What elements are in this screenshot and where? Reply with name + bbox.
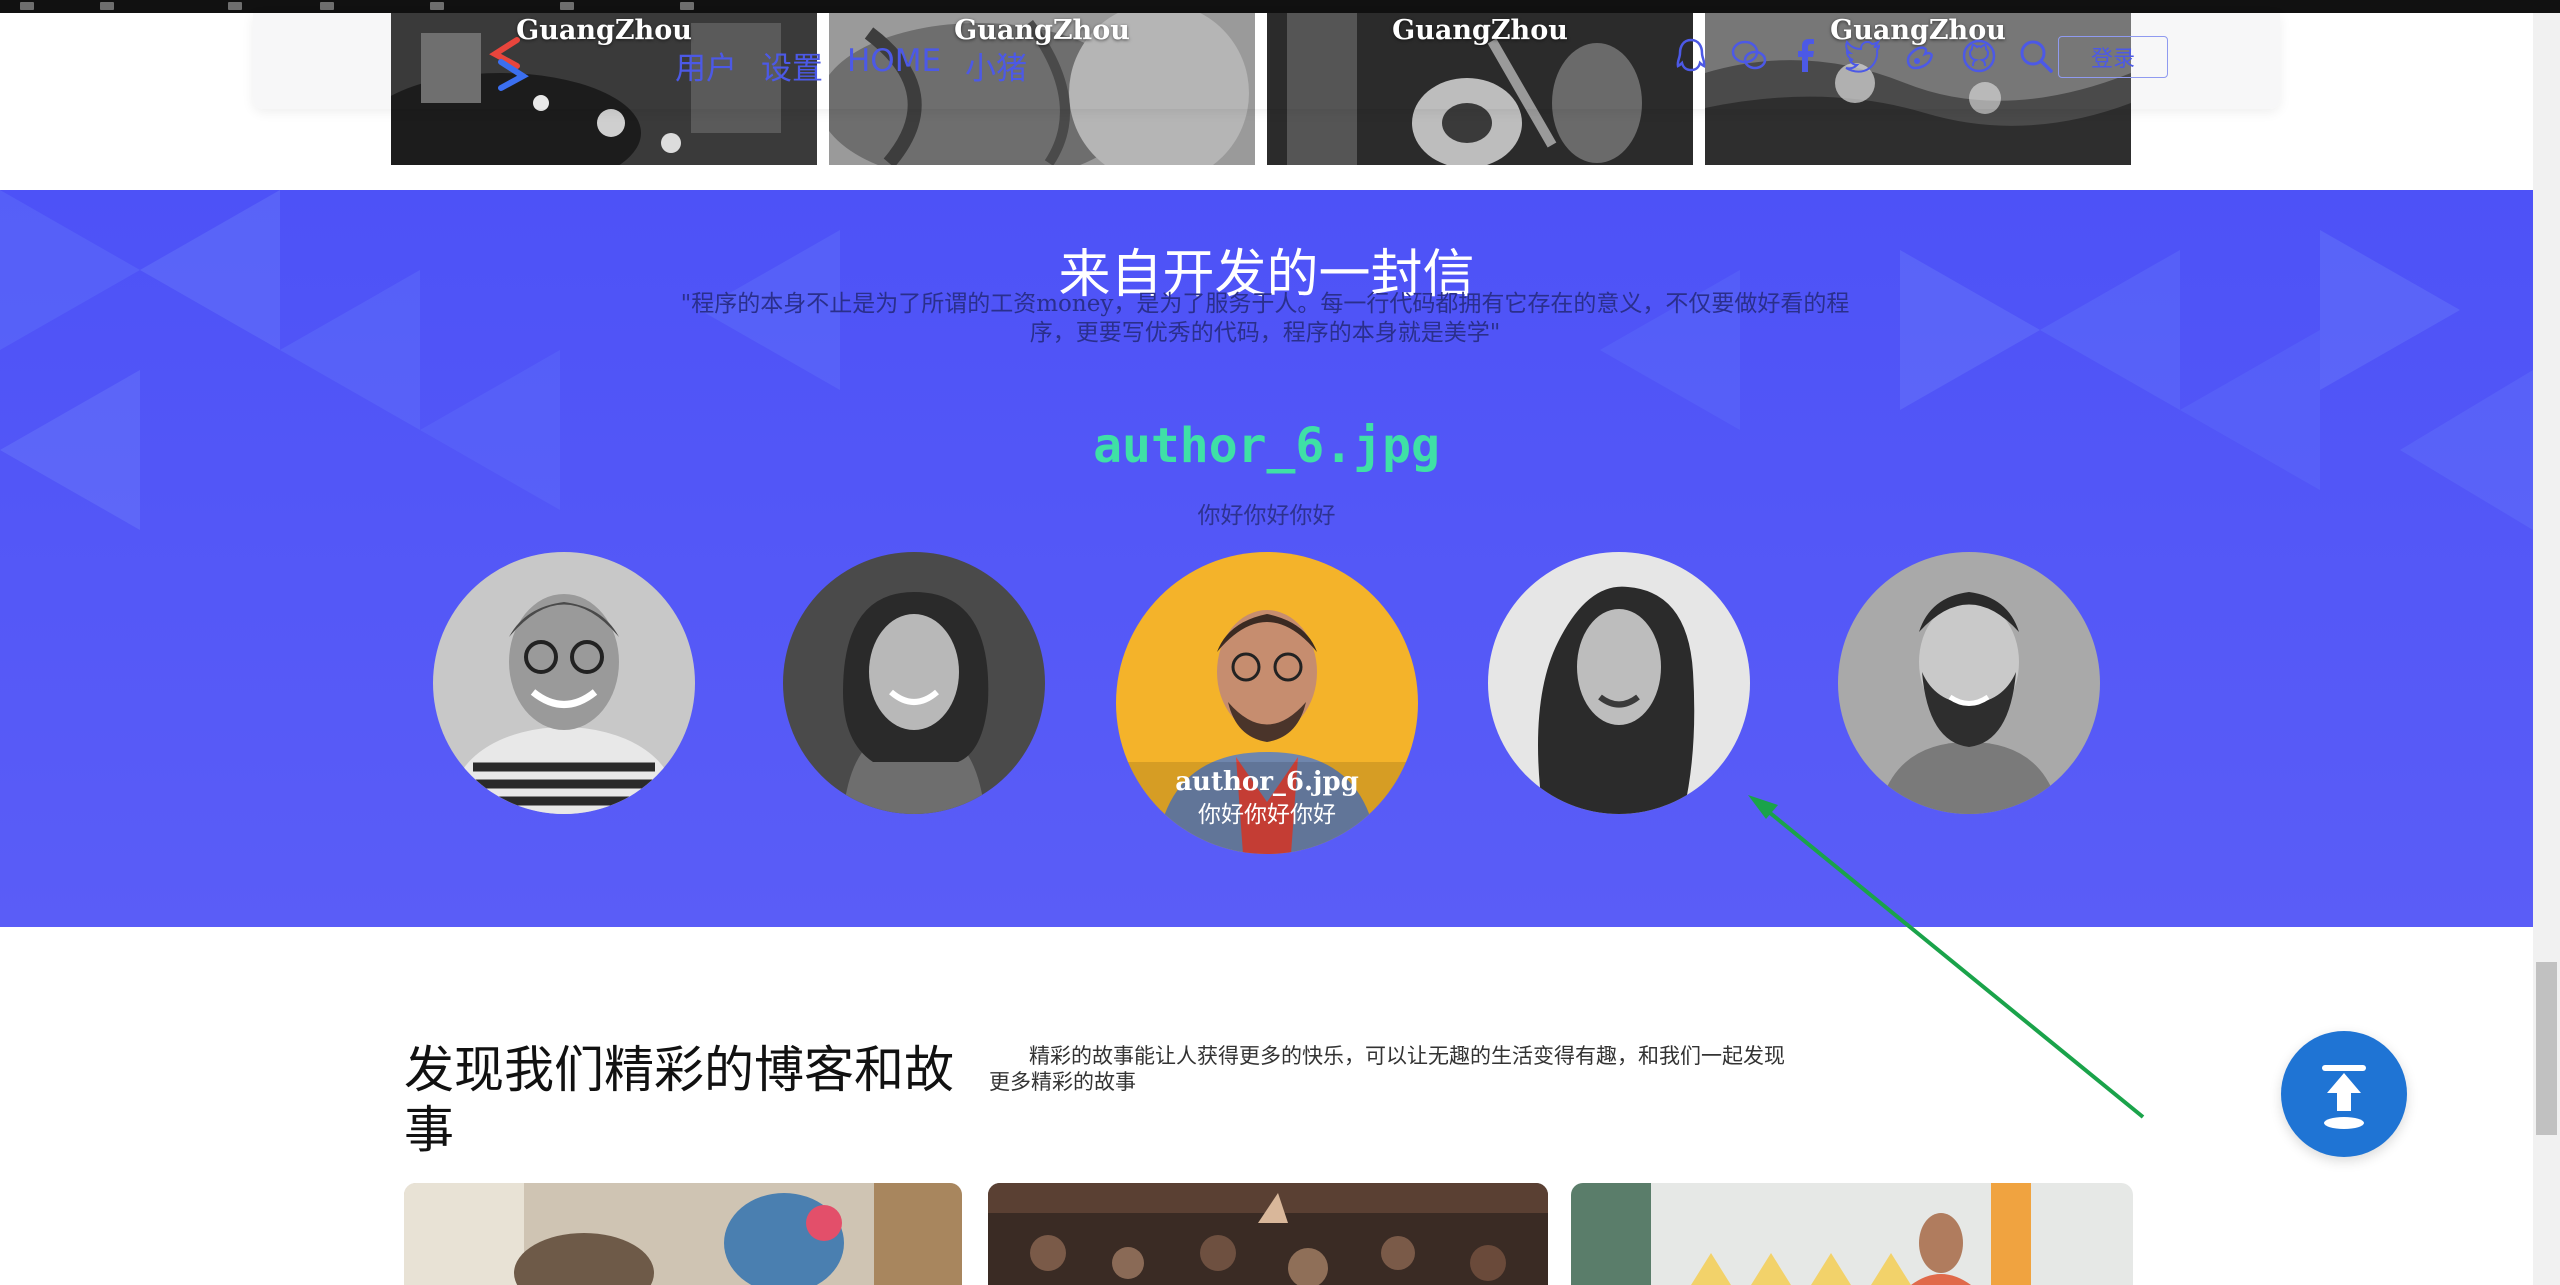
author-photo bbox=[433, 552, 695, 814]
active-avatar-subtitle: 你好你好你好 bbox=[1198, 802, 1336, 828]
navbar-background bbox=[253, 13, 391, 109]
qq-icon[interactable] bbox=[1671, 36, 1711, 76]
blog-heading: 发现我们精彩的博客和故事 bbox=[404, 1041, 954, 1159]
author-avatar-4[interactable] bbox=[1488, 552, 1750, 814]
weibo-icon[interactable] bbox=[1900, 36, 1940, 76]
wechat-icon[interactable] bbox=[1729, 36, 1769, 76]
browser-top-strip bbox=[0, 0, 2560, 13]
blog-card-3[interactable] bbox=[1571, 1183, 2133, 1285]
site-logo-icon[interactable] bbox=[487, 36, 531, 92]
nav-link-pig[interactable]: 小猪 bbox=[965, 43, 1027, 88]
author-photo bbox=[1488, 552, 1750, 814]
twitter-icon[interactable] bbox=[1843, 36, 1883, 76]
blog-card-image bbox=[1571, 1183, 2133, 1285]
author-avatar-1[interactable] bbox=[433, 552, 695, 814]
scrollbar-thumb[interactable] bbox=[2536, 962, 2557, 1135]
author-photo bbox=[1838, 552, 2100, 814]
author-avatar-5[interactable] bbox=[1838, 552, 2100, 814]
upload-arrow-icon bbox=[2322, 1065, 2366, 1129]
search-icon[interactable] bbox=[2016, 36, 2056, 76]
author-avatar-active[interactable]: author_6.jpg 你好你好你好 bbox=[1116, 552, 1418, 854]
author-avatar-2[interactable] bbox=[783, 552, 1045, 814]
blog-card-2[interactable] bbox=[988, 1183, 1548, 1285]
blog-description: 精彩的故事能让人获得更多的快乐，可以让无趣的生活变得有趣，和我们一起发现更多精彩… bbox=[989, 1044, 1785, 1094]
nav-link-user[interactable]: 用户 bbox=[675, 43, 737, 88]
github-icon[interactable] bbox=[1959, 36, 1999, 76]
toolbar-icon bbox=[560, 2, 574, 10]
toolbar-icon bbox=[100, 2, 114, 10]
back-to-top-button[interactable] bbox=[2281, 1031, 2407, 1157]
toolbar-icon bbox=[320, 2, 334, 10]
developer-letter-section: 来自开发的一封信 "程序的本身不止是为了所谓的工资money，是为了服务于人。每… bbox=[0, 190, 2533, 927]
toolbar-icon bbox=[20, 2, 34, 10]
hero-author-subtitle: 你好你好你好 bbox=[1197, 503, 1336, 529]
author-photo bbox=[783, 552, 1045, 814]
active-avatar-name: author_6.jpg bbox=[1175, 767, 1359, 797]
nav-link-home[interactable]: HOME bbox=[847, 43, 941, 88]
facebook-icon[interactable] bbox=[1786, 36, 1826, 76]
blog-card-image bbox=[988, 1183, 1548, 1285]
toolbar-icon bbox=[430, 2, 444, 10]
login-button[interactable]: 登录 bbox=[2058, 36, 2168, 78]
nav-link-settings[interactable]: 设置 bbox=[761, 43, 823, 88]
toolbar-icon bbox=[680, 2, 694, 10]
toolbar-icon bbox=[228, 2, 242, 10]
blog-card-image bbox=[404, 1183, 962, 1285]
hero-author-name: author_6.jpg bbox=[1093, 418, 1440, 474]
nav-links: 用户 设置 HOME 小猪 bbox=[675, 43, 1027, 88]
hero-quote: "程序的本身不止是为了所谓的工资money，是为了服务于人。每一行代码都拥有它存… bbox=[680, 291, 1850, 346]
blog-card-1[interactable] bbox=[404, 1183, 962, 1285]
